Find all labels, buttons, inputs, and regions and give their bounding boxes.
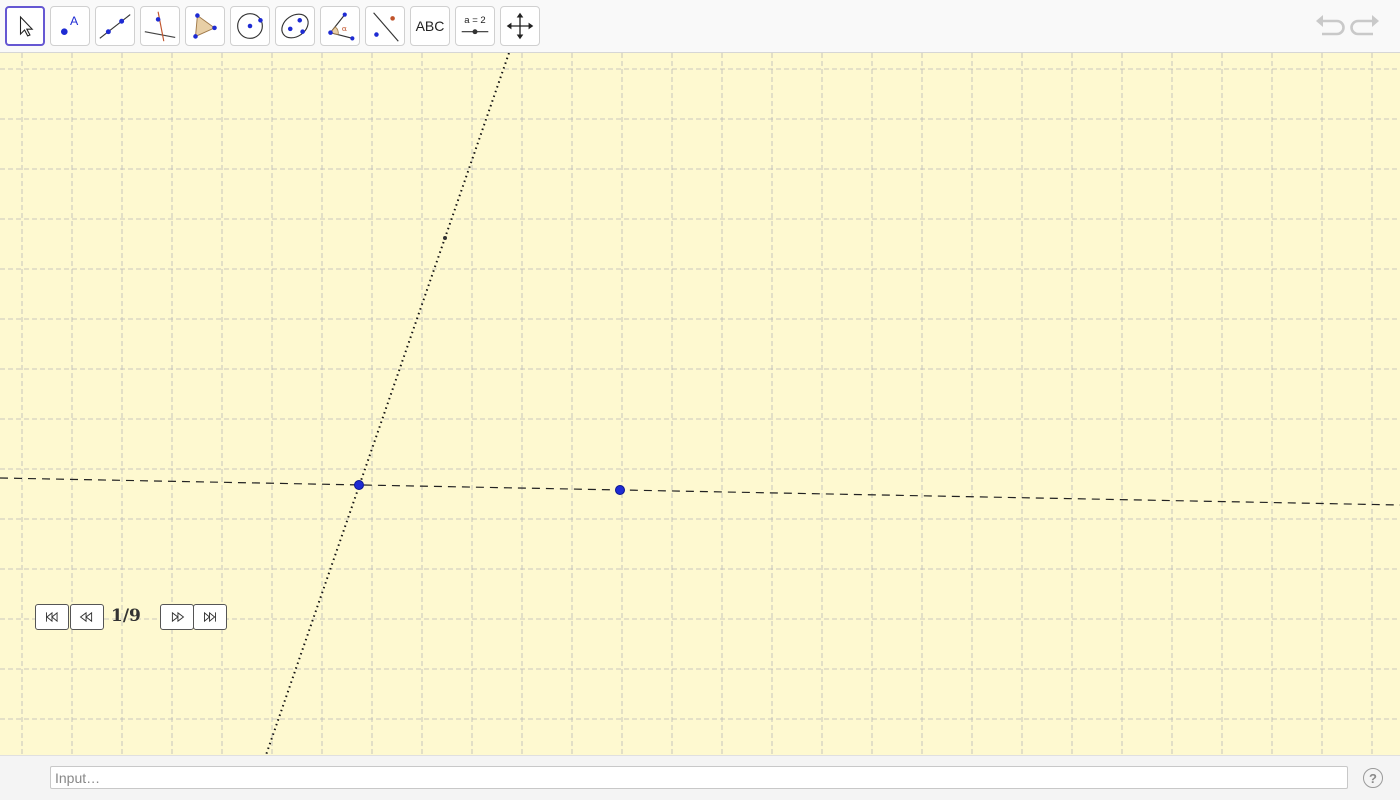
- perpendicular-line-tool-button[interactable]: [140, 6, 180, 46]
- graphics-canvas[interactable]: [0, 53, 1400, 755]
- circle-tool-button[interactable]: [230, 6, 270, 46]
- ellipse-icon: [281, 13, 309, 39]
- dashed-line[interactable]: [0, 477, 1400, 506]
- previous-step-button[interactable]: [70, 604, 104, 630]
- polygon-tool-button[interactable]: [185, 6, 225, 46]
- angle-icon: α: [328, 12, 355, 41]
- text-icon: ABC: [415, 18, 445, 34]
- input-bar: ?: [0, 755, 1400, 800]
- last-step-button[interactable]: [193, 604, 227, 630]
- ellipse-tool-button[interactable]: [275, 6, 315, 46]
- move-graphics-view-tool-button[interactable]: [500, 6, 540, 46]
- dotted-line[interactable]: [265, 53, 510, 755]
- undo-button[interactable]: [1313, 12, 1345, 42]
- reflect-about-line-icon: [373, 12, 399, 42]
- redo-button[interactable]: [1350, 12, 1382, 42]
- move-tool-button[interactable]: [5, 6, 45, 46]
- move-arrows-icon: [506, 12, 534, 40]
- help-button[interactable]: ?: [1363, 768, 1383, 788]
- first-step-icon: [46, 611, 58, 623]
- slider-tool-label: a = 2: [464, 15, 485, 26]
- step-counter: 1/9: [111, 606, 141, 626]
- angle-tool-button[interactable]: α: [320, 6, 360, 46]
- slider-icon: a = 2: [461, 15, 489, 35]
- point-tool-button[interactable]: A: [50, 6, 90, 46]
- intersection-point[interactable]: [354, 480, 364, 490]
- slider-tool-button[interactable]: a = 2: [455, 6, 495, 46]
- input-field[interactable]: [50, 766, 1348, 789]
- perpendicular-line-icon: [144, 11, 176, 42]
- last-step-icon: [204, 611, 216, 623]
- point-tool-label: A: [70, 14, 79, 28]
- previous-step-icon: [79, 611, 93, 623]
- line-tool-button[interactable]: [95, 6, 135, 46]
- polygon-icon: [193, 13, 217, 39]
- redo-icon: [1350, 15, 1379, 36]
- point-icon: A: [60, 14, 79, 36]
- grid: [0, 53, 1400, 755]
- toolbar: A α ABC a = 2: [0, 0, 1400, 53]
- circle-center-point-icon: [237, 13, 263, 39]
- reflect-tool-button[interactable]: [365, 6, 405, 46]
- point-on-line[interactable]: [615, 485, 625, 495]
- line-through-points-icon: [99, 14, 131, 39]
- graphics-view[interactable]: [0, 53, 1400, 755]
- first-step-button[interactable]: [35, 604, 69, 630]
- undo-icon: [1316, 15, 1345, 36]
- text-tool-button[interactable]: ABC: [410, 6, 450, 46]
- small-point[interactable]: [443, 236, 447, 240]
- next-step-button[interactable]: [160, 604, 194, 630]
- pointer-arrow-icon: [19, 15, 34, 37]
- angle-tool-label: α: [342, 24, 347, 33]
- next-step-icon: [171, 611, 185, 623]
